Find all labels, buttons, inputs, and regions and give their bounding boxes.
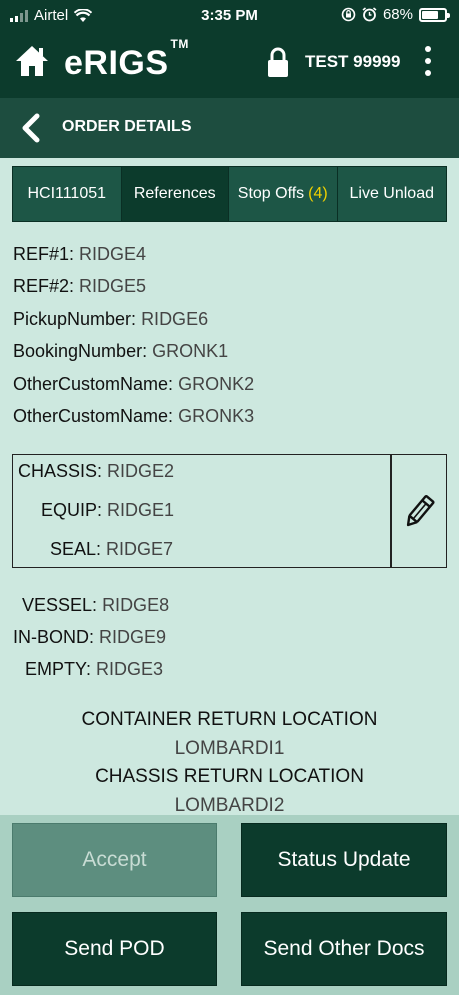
tab-stop-offs[interactable]: Stop Offs (4) (229, 167, 338, 221)
tab-label: Stop Offs (237, 185, 305, 202)
tab-label: Live Unload (349, 185, 435, 202)
empty-row: EMPTY: RIDGE3 (25, 659, 163, 680)
app-bar: eRIGSTM TEST 99999 (0, 32, 459, 98)
stop-offs-count-badge: (4) (308, 185, 328, 202)
chassis-label: CHASSIS: (18, 461, 103, 481)
equip-label: EQUIP: (41, 500, 103, 520)
reference-label: OtherCustomName: (13, 405, 174, 426)
status-bar: Airtel 3:35 PM 68% (0, 0, 459, 32)
reference-row: REF#2: RIDGE5 (13, 273, 254, 305)
chassis-row: CHASSIS: RIDGE2 (18, 461, 174, 482)
equipment-box: CHASSIS: RIDGE2 EQUIP: RIDGE1 SEAL: RIDG… (12, 454, 447, 568)
app-title: eRIGSTM (64, 37, 189, 83)
reference-row: BookingNumber: GRONK1 (13, 338, 254, 370)
home-icon[interactable] (14, 44, 50, 78)
battery-icon (419, 7, 450, 22)
in-bond-label: IN-BOND: (13, 627, 94, 647)
tab-live-unload[interactable]: Live Unload (337, 167, 446, 221)
chassis-value: RIDGE2 (107, 461, 175, 481)
reference-row: REF#1: RIDGE4 (13, 241, 254, 273)
app-name: eRIGS (64, 44, 169, 82)
pencil-icon[interactable] (403, 493, 435, 531)
reference-row: OtherCustomName: GRONK3 (13, 403, 254, 435)
reference-value: GRONK1 (152, 341, 229, 362)
send-other-docs-button[interactable]: Send Other Docs (241, 912, 447, 986)
sub-header: ORDER DETAILS (0, 98, 459, 158)
reference-label: REF#1: (13, 244, 75, 264)
chassis-return-heading: CHASSIS RETURN LOCATION (95, 766, 364, 787)
more-vert-icon[interactable] (420, 46, 436, 76)
reference-row: PickupNumber: RIDGE6 (13, 306, 254, 338)
reference-value: RIDGE6 (141, 308, 209, 329)
reference-value: GRONK2 (178, 373, 255, 394)
reference-label: BookingNumber: (13, 341, 148, 362)
box-divider (390, 455, 392, 567)
status-right: 68% (341, 6, 450, 23)
seal-row: SEAL: RIDGE7 (50, 539, 173, 560)
tab-references[interactable]: References (121, 167, 229, 221)
back-chevron-icon[interactable] (18, 113, 42, 143)
seal-label: SEAL: (50, 539, 102, 559)
accept-button[interactable]: Accept (12, 823, 217, 897)
reference-value: RIDGE5 (79, 276, 147, 297)
tab-bar: HCI111051 References Stop Offs (4) Live U… (12, 166, 447, 222)
vessel-row: VESSEL: RIDGE8 (22, 595, 169, 616)
equip-value: RIDGE1 (107, 500, 175, 520)
send-pod-button[interactable]: Send POD (12, 912, 217, 986)
in-bond-row: IN-BOND: RIDGE9 (13, 627, 166, 648)
chassis-return-value: LOMBARDI2 (174, 795, 285, 816)
reference-row: OtherCustomName: GRONK2 (13, 371, 254, 403)
empty-label: EMPTY: (25, 659, 92, 679)
tab-label: HCI111051 (27, 185, 107, 202)
reference-list: REF#1: RIDGE4 REF#2: RIDGE5 PickupNumber… (13, 241, 254, 435)
page-title: ORDER DETAILS (62, 118, 192, 135)
reference-label: PickupNumber: (13, 308, 137, 329)
tab-order-number[interactable]: HCI111051 (13, 167, 122, 221)
trademark-mark: TM (170, 36, 189, 51)
battery-percent: 68% (382, 6, 413, 23)
reference-value: RIDGE4 (79, 244, 147, 264)
reference-label: OtherCustomName: (13, 373, 174, 394)
container-return-heading: CONTAINER RETURN LOCATION (81, 709, 378, 730)
lock-icon[interactable] (266, 46, 290, 78)
alarm-icon (362, 7, 377, 22)
seal-value: RIDGE7 (106, 539, 174, 559)
reference-label: REF#2: (13, 276, 75, 297)
equip-row: EQUIP: RIDGE1 (41, 500, 174, 521)
vessel-value: RIDGE8 (102, 595, 170, 615)
orientation-lock-icon (341, 7, 356, 22)
container-return-value: LOMBARDI1 (174, 738, 285, 759)
status-update-button[interactable]: Status Update (241, 823, 447, 897)
reference-value: GRONK3 (178, 405, 255, 426)
action-panel: Accept Status Update Send POD Send Other… (0, 815, 459, 995)
tab-label: References (133, 185, 216, 202)
in-bond-value: RIDGE9 (99, 627, 167, 647)
user-id-label: TEST 99999 (305, 52, 401, 71)
vessel-label: VESSEL: (22, 595, 98, 615)
empty-value: RIDGE3 (96, 659, 164, 679)
